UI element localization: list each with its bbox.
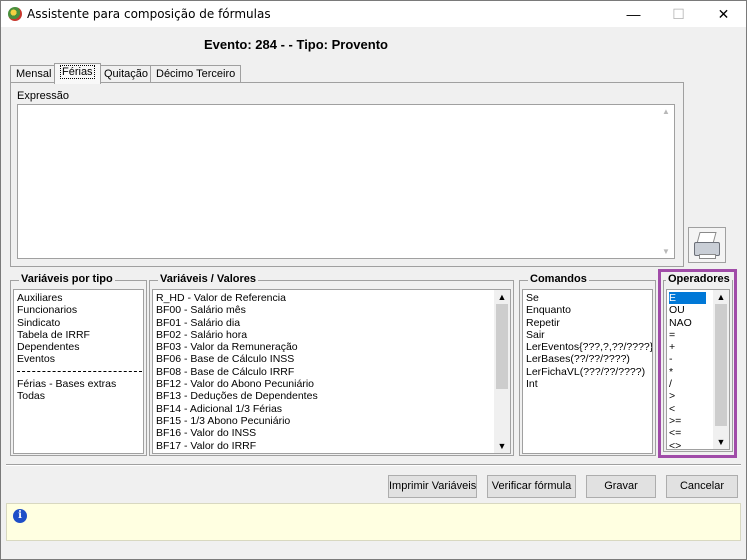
tab-label: Mensal <box>16 68 52 80</box>
group-variaveis-por-tipo: Variáveis por tipo Auxiliares Funcionari… <box>10 273 147 456</box>
list-item[interactable]: BF12 - Valor do Abono Pecuniário <box>156 378 318 390</box>
list-item[interactable]: BF08 - Base de Cálculo IRRF <box>156 366 318 378</box>
list-item[interactable]: BF01 - Salário dia <box>156 317 318 329</box>
list-item[interactable]: LerBases(??/??/????) <box>526 353 652 365</box>
window-title: Assistente para composição de fórmulas <box>27 7 271 21</box>
scroll-thumb[interactable] <box>496 304 508 389</box>
expression-scrollbar[interactable]: ▲ ▼ <box>658 105 674 258</box>
list-item[interactable]: BF13 - Deduções de Dependentes <box>156 390 318 402</box>
list-separator <box>17 366 142 372</box>
list-item[interactable]: Eventos <box>17 353 142 365</box>
info-icon: i <box>13 509 27 523</box>
list-item[interactable]: BF06 - Base de Cálculo INSS <box>156 353 318 365</box>
list-item[interactable]: Sair <box>526 329 652 341</box>
list-item[interactable]: Todas <box>17 390 142 402</box>
tab-mensal[interactable]: Mensal <box>10 65 58 83</box>
verify-formula-button[interactable]: Verificar fórmula <box>487 475 576 498</box>
list-item[interactable]: Auxiliares <box>17 292 142 304</box>
tab-decimo-terceiro[interactable]: Décimo Terceiro <box>150 65 242 83</box>
printer-output-icon <box>699 254 716 259</box>
commands-list[interactable]: Se Enquanto Repetir Sair LerEventos{???,… <box>522 289 653 454</box>
variable-type-list[interactable]: Auxiliares Funcionarios Sindicato Tabela… <box>13 289 144 454</box>
list-item[interactable]: Funcionarios <box>17 304 142 316</box>
list-item[interactable]: BF15 - 1/3 Abono Pecuniário <box>156 415 318 427</box>
title-bar: Assistente para composição de fórmulas —… <box>1 1 746 27</box>
cancel-button[interactable]: Cancelar <box>666 475 738 498</box>
list-item[interactable]: BF14 - Adicional 1/3 Férias <box>156 403 318 415</box>
variable-values-scrollbar[interactable]: ▲ ▼ <box>494 290 510 453</box>
list-item[interactable]: Tabela de IRRF <box>17 329 142 341</box>
divider <box>6 464 741 466</box>
scroll-down-icon[interactable]: ▼ <box>494 439 510 453</box>
save-button[interactable]: Gravar <box>586 475 656 498</box>
expression-textarea[interactable]: ▲ ▼ <box>17 104 675 259</box>
list-item[interactable]: Férias - Bases extras <box>17 378 142 390</box>
maximize-button[interactable]: ☐ <box>656 1 701 27</box>
expression-value <box>18 105 674 109</box>
group-title: Variáveis por tipo <box>19 273 115 285</box>
scroll-down-icon[interactable]: ▼ <box>658 247 674 256</box>
group-variaveis-valores: Variáveis / Valores R_HD - Valor de Refe… <box>149 273 514 456</box>
formula-assistant-window: Assistente para composição de fórmulas —… <box>0 0 747 560</box>
group-title: Comandos <box>528 273 589 285</box>
expression-label: Expressão <box>17 90 69 102</box>
tab-panel: Expressão ▲ ▼ <box>10 82 684 267</box>
tab-ferias[interactable]: Férias <box>54 63 101 84</box>
list-item[interactable]: Repetir <box>526 317 652 329</box>
list-item[interactable]: LerEventos{???,?,??/????} <box>526 341 652 353</box>
tab-quitacao[interactable]: Quitação <box>98 65 155 83</box>
list-item[interactable]: BF02 - Salário hora <box>156 329 318 341</box>
close-button[interactable]: ✕ <box>701 1 746 27</box>
list-item[interactable]: LerFichaVL(???/??/????) <box>526 366 652 378</box>
list-item[interactable]: Dependentes <box>17 341 142 353</box>
list-item[interactable]: R_HD - Valor de Referencia <box>156 292 318 304</box>
print-variables-button[interactable]: Imprimir Variáveis <box>388 475 477 498</box>
list-item[interactable]: BF03 - Valor da Remuneração <box>156 341 318 353</box>
event-heading: Evento: 284 - - Tipo: Provento <box>204 37 388 52</box>
app-icon <box>8 7 22 21</box>
tab-label: Quitação <box>104 68 149 80</box>
list-item[interactable]: Enquanto <box>526 304 652 316</box>
variable-values-list[interactable]: R_HD - Valor de Referencia BF00 - Salári… <box>152 289 511 454</box>
list-item[interactable]: Se <box>526 292 652 304</box>
list-item[interactable]: Int <box>526 378 652 390</box>
tab-label: Décimo Terceiro <box>156 68 236 80</box>
minimize-button[interactable]: — <box>611 1 656 27</box>
operators-highlight-frame <box>658 269 737 458</box>
tab-label: Férias <box>60 65 95 79</box>
list-item[interactable]: BF17 - Valor do IRRF <box>156 440 318 452</box>
group-title: Variáveis / Valores <box>158 273 259 285</box>
list-item[interactable]: BF00 - Salário mês <box>156 304 318 316</box>
status-bar: i <box>6 503 741 541</box>
list-item[interactable]: BF16 - Valor do INSS <box>156 427 318 439</box>
list-item[interactable]: Sindicato <box>17 317 142 329</box>
group-comandos: Comandos Se Enquanto Repetir Sair LerEve… <box>519 273 656 456</box>
print-button[interactable] <box>688 227 726 263</box>
scroll-up-icon[interactable]: ▲ <box>658 107 674 116</box>
scroll-up-icon[interactable]: ▲ <box>494 290 510 304</box>
